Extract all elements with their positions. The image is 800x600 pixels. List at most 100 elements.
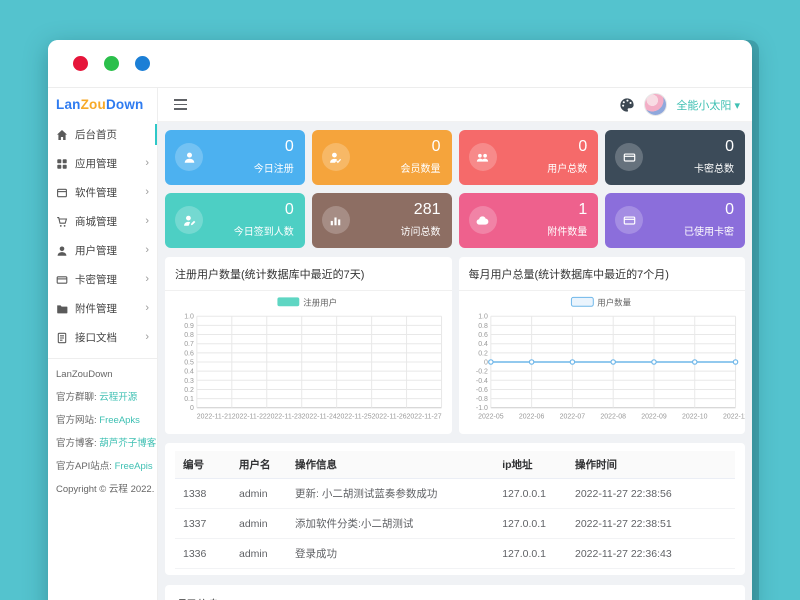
app-icon — [56, 158, 68, 170]
info-label: 官方API站点: — [56, 461, 115, 472]
table-cell: admin — [231, 539, 287, 569]
avatar[interactable] — [644, 93, 667, 116]
sidebar-item-doc[interactable]: 接口文档 › — [48, 323, 157, 352]
svg-text:2022-11-21: 2022-11-21 — [197, 414, 232, 421]
hamburger-menu-icon[interactable] — [170, 95, 191, 114]
stat-card: 0已使用卡密 — [605, 193, 745, 248]
software-icon — [56, 187, 68, 199]
sidebar-item-attachment[interactable]: 附件管理› — [48, 294, 157, 323]
table-row[interactable]: 1337admin添加软件分类:小二胡测试127.0.0.12022-11-27… — [175, 509, 735, 539]
chevron-right-icon: › — [145, 274, 149, 285]
sidebar-item-shop[interactable]: 商城管理› — [48, 207, 157, 236]
svg-text:-0.2: -0.2 — [475, 369, 487, 376]
table-header-row: 编号用户名操作信息ip地址操作时间 — [175, 451, 735, 479]
stat-card: 0会员数量 — [312, 130, 452, 185]
info-link[interactable]: 云程开源 — [99, 392, 137, 403]
user-menu[interactable]: 全能小太阳 ▾ — [676, 97, 740, 113]
operation-log-table-card: 编号用户名操作信息ip地址操作时间 1338admin更新: 小二胡测试蓝奏参数… — [165, 443, 745, 575]
sidebar-info-title: LanZouDown — [56, 369, 149, 380]
info-link[interactable]: 葫芦芥子博客 — [99, 438, 156, 449]
monthly-users-line-chart: 用户数量-1.0-0.8-0.6-0.4-0.200.20.40.60.81.0… — [459, 291, 746, 430]
logo-text: Zou — [81, 97, 106, 112]
sidebar-menu: 后台首页应用管理›软件管理›商城管理›用户管理›卡密管理›附件管理›接口文档› — [48, 120, 157, 352]
sidebar-info-links: 官方群聊: 云程开源官方网站: FreeApks 官方博客: 葫芦芥子博客官方AP… — [56, 389, 149, 472]
chevron-down-icon: ▾ — [734, 100, 740, 112]
svg-text:0.4: 0.4 — [184, 369, 194, 376]
table-row[interactable]: 1338admin更新: 小二胡测试蓝奏参数成功127.0.0.12022-11… — [175, 479, 735, 509]
table-row[interactable]: 1336admin登录成功127.0.0.12022-11-27 22:36:4… — [175, 539, 735, 569]
sidebar-item-card[interactable]: 卡密管理› — [48, 265, 157, 294]
cloud-icon — [469, 206, 497, 234]
table-header-cell: 用户名 — [231, 451, 287, 479]
app-window: LanZouDown 后台首页应用管理›软件管理›商城管理›用户管理›卡密管理›… — [48, 40, 752, 600]
table-header-cell: 操作信息 — [287, 451, 494, 479]
traffic-light-green[interactable] — [104, 56, 119, 71]
sidebar-info-row: 官方博客: 葫芦芥子博客 — [56, 435, 149, 449]
chevron-right-icon: › — [145, 158, 149, 169]
info-label: 官方网站: — [56, 415, 99, 426]
main-area: 全能小太阳 ▾ 0今日注册0会员数量0用户总数0卡密总数0今日签到人数281访问… — [158, 88, 752, 600]
sidebar-item-label: 应用管理 — [75, 156, 117, 171]
sidebar-item-label: 接口文档 — [75, 330, 117, 345]
table-cell: 1337 — [175, 509, 231, 539]
registrations-bar-chart: 注册用户00.10.20.30.40.50.60.70.80.91.02022-… — [165, 291, 452, 430]
copyright: Copyright © 云程 2022. — [56, 481, 149, 495]
svg-text:2022-06: 2022-06 — [518, 414, 544, 421]
svg-text:0.9: 0.9 — [184, 323, 194, 330]
table-cell: 2022-11-27 22:38:56 — [567, 479, 735, 509]
svg-text:2022-10: 2022-10 — [681, 414, 707, 421]
chart-icon — [322, 206, 350, 234]
svg-text:0.3: 0.3 — [184, 378, 194, 385]
table-header-cell: ip地址 — [494, 451, 567, 479]
logo-text: Lan — [56, 97, 81, 112]
user-icon — [175, 143, 203, 171]
chevron-right-icon: › — [145, 332, 149, 343]
app-logo[interactable]: LanZouDown — [48, 88, 157, 120]
svg-text:0.8: 0.8 — [184, 332, 194, 339]
chart-card-monthly-users: 每月用户总量(统计数据库中最近的7个月) 用户数量-1.0-0.8-0.6-0.… — [459, 257, 746, 434]
user-icon — [56, 245, 68, 257]
table-cell: 登录成功 — [287, 539, 494, 569]
svg-text:0: 0 — [190, 405, 194, 412]
table-header-cell: 操作时间 — [567, 451, 735, 479]
svg-text:0.6: 0.6 — [478, 332, 488, 339]
stats-grid: 0今日注册0会员数量0用户总数0卡密总数0今日签到人数281访问总数1附件数量0… — [165, 130, 745, 248]
sidebar-item-label: 附件管理 — [75, 301, 117, 316]
svg-text:2022-11-23: 2022-11-23 — [267, 414, 302, 421]
svg-text:0.7: 0.7 — [184, 341, 194, 348]
project-info-title: 项目信息 — [175, 596, 735, 600]
svg-text:0.6: 0.6 — [184, 350, 194, 357]
window-titlebar — [48, 40, 752, 88]
chart-title: 每月用户总量(统计数据库中最近的7个月) — [459, 257, 746, 291]
sidebar-item-home[interactable]: 后台首页 — [48, 120, 157, 149]
traffic-light-red[interactable] — [73, 56, 88, 71]
sidebar-info-row: 官方网站: FreeApks — [56, 412, 149, 426]
svg-text:-0.6: -0.6 — [475, 387, 487, 394]
sidebar-info-row: 官方群聊: 云程开源 — [56, 389, 149, 403]
theme-palette-icon[interactable] — [619, 97, 635, 113]
svg-text:2022-11-27: 2022-11-27 — [407, 414, 442, 421]
operation-log-table: 编号用户名操作信息ip地址操作时间 1338admin更新: 小二胡测试蓝奏参数… — [175, 451, 735, 569]
chevron-right-icon: › — [145, 245, 149, 256]
sidebar-item-app[interactable]: 应用管理 › — [48, 149, 157, 178]
member-icon — [322, 143, 350, 171]
svg-text:0.8: 0.8 — [478, 323, 488, 330]
info-link[interactable]: FreeApks — [99, 415, 140, 426]
info-link[interactable]: FreeApis — [115, 461, 153, 472]
sidebar-item-label: 后台首页 — [75, 127, 117, 142]
logo-text: Down — [106, 97, 144, 112]
stat-card: 0卡密总数 — [605, 130, 745, 185]
sidebar-item-software[interactable]: 软件管理› — [48, 178, 157, 207]
project-info-card: 项目信息 — [165, 585, 745, 600]
svg-text:2022-05: 2022-05 — [478, 414, 504, 421]
sidebar-item-label: 商城管理 — [75, 214, 117, 229]
sidebar-item-user[interactable]: 用户管理› — [48, 236, 157, 265]
traffic-light-blue[interactable] — [135, 56, 150, 71]
svg-text:2022-08: 2022-08 — [600, 414, 626, 421]
table-cell: 2022-11-27 22:36:43 — [567, 539, 735, 569]
table-cell: admin — [231, 509, 287, 539]
chart-card-daily-registrations: 注册用户数量(统计数据库中最近的7天) 注册用户00.10.20.30.40.5… — [165, 257, 452, 434]
svg-text:-1.0: -1.0 — [475, 405, 487, 412]
charts-row: 注册用户数量(统计数据库中最近的7天) 注册用户00.10.20.30.40.5… — [165, 257, 745, 434]
topbar: 全能小太阳 ▾ — [158, 88, 752, 122]
